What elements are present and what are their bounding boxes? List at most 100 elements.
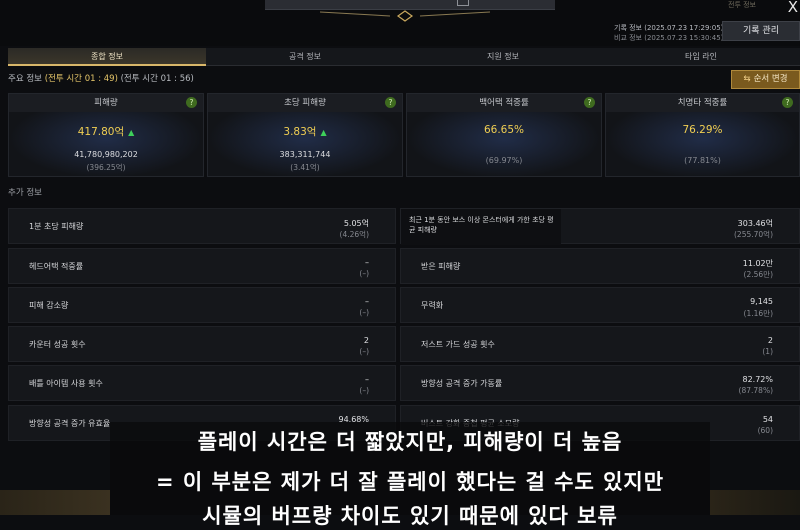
- battle-time-compare: (전투 시간 01 : 56): [120, 74, 194, 84]
- tab-bar: 종합 정보 공격 정보 지원 정보 타임 라인: [8, 48, 800, 66]
- card-compare: (3.41억): [290, 163, 320, 172]
- record-manage-button[interactable]: 기록 관리: [722, 21, 800, 41]
- faint-top-text: 전투 정보: [728, 1, 756, 9]
- stat-label: 받은 피해량: [421, 262, 461, 271]
- card-header: 피해량?: [9, 94, 203, 112]
- increase-icon: ▲: [128, 128, 135, 137]
- summary-label: 주요 정보: [8, 74, 42, 84]
- help-icon[interactable]: ?: [186, 97, 197, 108]
- stat-label: 헤드어택 적중률: [29, 262, 84, 271]
- card-title: 백어택 적중률: [479, 98, 529, 108]
- card-value-text: 3.83억: [283, 126, 317, 138]
- card-header: 백어택 적중률?: [407, 94, 601, 112]
- card-compare: (77.81%): [684, 156, 721, 165]
- stat-value: –: [365, 258, 369, 267]
- stat-label: 방향성 공격 증가 유효율: [29, 419, 111, 428]
- stat-label: 방향성 공격 증가 가동률: [421, 379, 503, 388]
- card-value: 417.80억 ▲: [9, 124, 203, 139]
- stat-row: 헤드어택 적중률 – (–): [8, 248, 396, 284]
- card-detail: 41,780,980,202: [74, 150, 138, 159]
- tab-support[interactable]: 지원 정보: [404, 48, 602, 66]
- tab-overview[interactable]: 종합 정보: [8, 48, 206, 66]
- stat-compare: (2.56만): [743, 270, 773, 279]
- stat-value: 2: [363, 336, 369, 345]
- swap-icon: ⇆: [743, 74, 751, 84]
- stat-value: 11.02만: [742, 259, 773, 268]
- stat-value: 2: [767, 336, 773, 345]
- help-icon[interactable]: ?: [782, 97, 793, 108]
- stat-value: 5.05억: [343, 219, 369, 228]
- stat-label: 최근 1분 동안 보스 이상 몬스터에게 가한 초당 평균 피해량: [409, 216, 554, 234]
- stat-compare: (255.70억): [734, 230, 773, 239]
- stat-compare: (60): [757, 426, 773, 435]
- card-value-text: 417.80억: [77, 126, 125, 138]
- stat-label: 카운터 성공 횟수: [29, 340, 86, 349]
- stat-compare: (–): [359, 269, 369, 278]
- close-icon[interactable]: X: [788, 0, 798, 16]
- caption-line: 플레이 시간은 더 짧았지만, 피해량이 더 높음: [197, 430, 623, 454]
- caption-line: = 이 부분은 제가 더 잘 플레이 했다는 걸 수도 있지만: [155, 470, 665, 494]
- card-header: 초당 피해량?: [208, 94, 402, 112]
- stat-value: –: [365, 375, 369, 384]
- card-back-attack: 백어택 적중률? 66.65% (69.97%): [406, 93, 602, 178]
- card-compare: (396.25억): [86, 163, 126, 172]
- card-body: 76.29% (77.81%): [606, 112, 799, 178]
- record-info-compare: 비교 정보 (2025.07.23 15:30:45): [614, 34, 724, 42]
- record-info: 기록 정보 (2025.07.23 17:29:05) 비교 정보 (2025.…: [614, 23, 723, 43]
- stat-compare: (–): [359, 386, 369, 395]
- stat-row: 방향성 공격 증가 가동률 82.72% (87.78%): [400, 365, 800, 401]
- card-value: 3.83억 ▲: [208, 124, 402, 139]
- card-body: 417.80억 ▲ 41,780,980,202 (396.25억): [9, 112, 203, 178]
- order-change-button[interactable]: ⇆ 순서 변경: [731, 70, 800, 89]
- card-body: 66.65% (69.97%): [407, 112, 601, 178]
- stat-compare: (1): [762, 347, 773, 356]
- stat-value: 9,145: [750, 297, 773, 306]
- caption-line: 시뮬의 버프량 차이도 있기 때문에 있다 보류: [202, 504, 618, 528]
- card-detail: 383,311,744: [279, 150, 331, 159]
- stat-value: 82.72%: [742, 375, 773, 384]
- record-info-current: 기록 정보 (2025.07.23 17:29:05): [614, 24, 724, 32]
- stat-row: 피해 감소량 – (–): [8, 287, 396, 323]
- card-title: 초당 피해량: [284, 98, 326, 108]
- card-damage: 피해량? 417.80억 ▲ 41,780,980,202 (396.25억): [8, 93, 204, 178]
- stat-compare: (–): [359, 308, 369, 317]
- help-icon[interactable]: ?: [584, 97, 595, 108]
- stat-label: 저스트 가드 성공 횟수: [421, 340, 495, 349]
- increase-icon: ▲: [320, 128, 327, 137]
- stat-row: 저스트 가드 성공 횟수 2 (1): [400, 326, 800, 362]
- card-title: 치명타 적중률: [677, 98, 728, 108]
- card-body: 3.83억 ▲ 383,311,744 (3.41억): [208, 112, 402, 178]
- stat-row: 배틀 아이템 사용 횟수 – (–): [8, 365, 396, 401]
- card-value: 76.29%: [682, 124, 723, 136]
- card-header: 치명타 적중률?: [606, 94, 799, 112]
- stat-label: 배틀 아이템 사용 횟수: [29, 379, 103, 388]
- stat-compare: (–): [359, 347, 369, 356]
- battle-time-current: (전투 시간 01 : 49): [44, 74, 118, 84]
- tab-attack[interactable]: 공격 정보: [206, 48, 404, 66]
- card-crit: 치명타 적중률? 76.29% (77.81%): [605, 93, 800, 178]
- summary-cards: 피해량? 417.80억 ▲ 41,780,980,202 (396.25억) 초…: [8, 93, 800, 178]
- card-value: 66.65%: [483, 124, 525, 136]
- help-icon[interactable]: ?: [385, 97, 396, 108]
- stat-row: 받은 피해량 11.02만 (2.56만): [400, 248, 800, 284]
- stat-row: 무력화 9,145 (1.16만): [400, 287, 800, 323]
- stat-value: 303.46억: [737, 219, 773, 228]
- ornament-icon: [320, 10, 490, 22]
- bottom-game-strip: [0, 490, 110, 515]
- extra-info-label: 추가 정보: [8, 188, 42, 198]
- stat-label: 1분 초당 피해량: [29, 222, 84, 231]
- card-dps: 초당 피해량? 3.83억 ▲ 383,311,744 (3.41억): [207, 93, 403, 178]
- stat-compare: (4.26억): [339, 230, 369, 239]
- order-change-label: 순서 변경: [753, 74, 788, 84]
- stat-compare: (87.78%): [738, 386, 773, 395]
- card-title: 피해량: [94, 98, 118, 108]
- card-compare: (69.97%): [485, 156, 523, 165]
- summary-header: 주요 정보 (전투 시간 01 : 49) (전투 시간 01 : 56): [8, 72, 194, 84]
- stat-label: 피해 감소량: [29, 301, 69, 310]
- stat-row: 카운터 성공 횟수 2 (–): [8, 326, 396, 362]
- bottom-game-strip: [710, 490, 800, 515]
- tab-timeline[interactable]: 타임 라인: [602, 48, 800, 66]
- caption-overlay: 플레이 시간은 더 짧았지만, 피해량이 더 높음 = 이 부분은 제가 더 잘…: [110, 422, 710, 528]
- window-square-icon[interactable]: [457, 0, 469, 6]
- stat-value: –: [365, 297, 369, 306]
